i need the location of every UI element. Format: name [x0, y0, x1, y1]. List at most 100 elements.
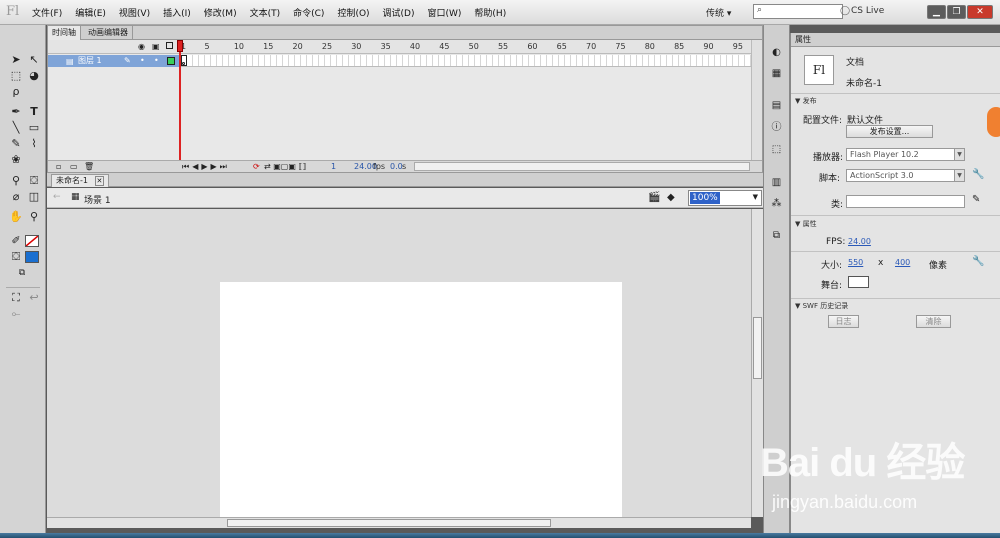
workspace-switcher[interactable]: 传统 ▾: [706, 6, 731, 19]
paint-bucket-tool-icon[interactable]: ⛋: [26, 173, 42, 189]
height-value[interactable]: 400: [895, 258, 910, 267]
menu-item[interactable]: 调试(D): [383, 6, 415, 19]
swatches-panel-icon[interactable]: ▦: [769, 66, 784, 81]
timeline-horizontal-scrollbar[interactable]: [414, 162, 750, 171]
selection-tool-icon[interactable]: ➤: [8, 52, 24, 68]
loop-icon[interactable]: ⟳: [253, 162, 260, 171]
chevron-down-icon[interactable]: ▼: [753, 193, 758, 201]
close-button[interactable]: ✕: [967, 5, 993, 19]
edit-class-pencil-icon[interactable]: ✎: [972, 194, 980, 205]
info-panel-icon[interactable]: ⓘ: [769, 120, 784, 135]
pencil-tool-icon[interactable]: ✎: [8, 136, 24, 152]
chevron-down-icon[interactable]: ▼: [954, 149, 964, 160]
deco-tool-icon[interactable]: ❀: [8, 152, 24, 168]
restore-button[interactable]: ❐: [947, 5, 966, 19]
width-value[interactable]: 550: [848, 258, 863, 267]
menu-item[interactable]: 文件(F): [32, 6, 62, 19]
zoom-tool-icon[interactable]: ⚲: [26, 209, 42, 225]
fps-value[interactable]: 24.00: [848, 237, 871, 246]
frame-ruler[interactable]: 1 5 10 15 20 25 30 35 40 45 50 55 60 65 70 75 80 85 90 95: [181, 40, 751, 54]
motion-presets-icon[interactable]: ⁂: [769, 196, 784, 211]
tab-properties[interactable]: 属性: [795, 34, 811, 45]
stage-color-swatch[interactable]: [848, 276, 869, 288]
fill-color-swatch[interactable]: [25, 251, 39, 263]
color-panel-icon[interactable]: ◐: [769, 45, 784, 60]
menu-item[interactable]: 编辑(E): [75, 6, 106, 19]
tab-motion-editor[interactable]: 动画编辑器: [84, 26, 133, 40]
outline-color-square[interactable]: [167, 57, 175, 65]
hand-tool-icon[interactable]: ✋: [8, 209, 24, 225]
stroke-color-swatch[interactable]: [25, 235, 39, 247]
bone-tool-icon[interactable]: ⚲: [8, 173, 24, 189]
eyedropper-tool-icon[interactable]: ⌀: [8, 189, 24, 205]
components-panel-icon[interactable]: ⧉: [769, 228, 784, 243]
delete-layer-icon[interactable]: 🗑: [84, 162, 94, 171]
align-panel-icon[interactable]: ▤: [769, 98, 784, 113]
menu-item[interactable]: 插入(I): [163, 6, 191, 19]
free-transform-tool-icon[interactable]: ⬚: [8, 68, 24, 84]
stage[interactable]: [220, 282, 622, 517]
wrench-icon[interactable]: 🔧: [972, 169, 984, 180]
playhead[interactable]: [179, 40, 181, 161]
lock-all-icon[interactable]: ▣: [152, 42, 160, 51]
playhead-handle[interactable]: [177, 40, 183, 52]
minimize-button[interactable]: ▁: [927, 5, 946, 19]
tab-timeline[interactable]: 时间轴: [48, 26, 81, 40]
brush-tool-icon[interactable]: ⌇: [26, 136, 42, 152]
player-select[interactable]: Flash Player 10.2 ▼: [846, 148, 965, 161]
zoom-select[interactable]: 100% ▼: [688, 190, 762, 206]
menu-item[interactable]: 视图(V): [119, 6, 150, 19]
snap-to-objects-icon[interactable]: ⛶: [8, 290, 24, 306]
chevron-down-icon[interactable]: ▼: [954, 170, 964, 181]
smooth-icon[interactable]: ↩: [26, 290, 42, 306]
menu-item[interactable]: 文本(T): [250, 6, 281, 19]
stage-hscroll-thumb[interactable]: [227, 519, 551, 527]
lock-dot[interactable]: •: [154, 56, 159, 65]
properties-section-header[interactable]: ▼ 属性: [795, 219, 817, 229]
stroke-color-icon[interactable]: ✐: [8, 233, 24, 249]
library-panel-icon[interactable]: ▥: [769, 175, 784, 190]
line-tool-icon[interactable]: ╲: [8, 120, 24, 136]
edit-symbols-icon[interactable]: ◆: [667, 192, 675, 203]
stage-horizontal-scrollbar[interactable]: [47, 517, 751, 528]
menu-item[interactable]: 窗口(W): [428, 6, 462, 19]
document-settings-wrench-icon[interactable]: 🔧: [972, 256, 984, 267]
transform-panel-icon[interactable]: ⬚: [769, 142, 784, 157]
visibility-dot[interactable]: •: [140, 56, 145, 65]
menu-item[interactable]: 命令(C): [293, 6, 324, 19]
3d-rotation-tool-icon[interactable]: ◕: [26, 68, 42, 84]
back-arrow-icon[interactable]: ←: [53, 192, 61, 202]
menu-item[interactable]: 控制(O): [337, 6, 369, 19]
lasso-tool-icon[interactable]: ρ: [8, 84, 24, 100]
text-tool-icon[interactable]: T: [26, 104, 42, 120]
new-folder-icon[interactable]: ▭: [70, 162, 78, 171]
zoom-value[interactable]: 100%: [690, 192, 720, 204]
playback-controls[interactable]: ⏮◀▶▶⏭: [182, 162, 230, 172]
document-tab[interactable]: 未命名-1 ✕: [51, 174, 110, 187]
straighten-icon[interactable]: ⟜: [8, 306, 24, 322]
help-search[interactable]: [753, 4, 843, 19]
layer-row[interactable]: ▤ 图层 1 ✎ • •: [48, 55, 181, 67]
cs-live-button[interactable]: CS Live: [851, 6, 884, 16]
rectangle-tool-icon[interactable]: ▭: [26, 120, 42, 136]
stage-vscroll-thumb[interactable]: [753, 317, 762, 379]
current-frame-value[interactable]: 1: [331, 162, 336, 171]
notification-badge[interactable]: [987, 107, 1000, 137]
swf-history-section-header[interactable]: ▼ SWF 历史记录: [795, 301, 848, 311]
timeline-vertical-scrollbar[interactable]: [751, 40, 762, 160]
onion-skin-icons[interactable]: ⇄ ▣▢▣ ⟦⟧: [264, 162, 306, 171]
clear-button[interactable]: 清除: [916, 315, 951, 328]
subselection-tool-icon[interactable]: ↖: [26, 52, 42, 68]
new-layer-icon[interactable]: ▫: [56, 162, 61, 171]
show-hide-all-icon[interactable]: ◉: [138, 42, 145, 51]
close-tab-icon[interactable]: ✕: [94, 176, 105, 186]
scene-name[interactable]: 场景 1: [84, 193, 111, 206]
edit-scene-icon[interactable]: 🎬: [648, 192, 660, 203]
eraser-tool-icon[interactable]: ◫: [26, 189, 42, 205]
menu-item[interactable]: 修改(M): [204, 6, 237, 19]
layer-name[interactable]: 图层 1: [78, 55, 102, 67]
help-search-input[interactable]: [768, 5, 838, 18]
fill-color-icon[interactable]: ⛋: [8, 249, 24, 265]
swap-colors-icon[interactable]: ⧉: [14, 265, 30, 281]
outline-all-icon[interactable]: [166, 42, 173, 49]
